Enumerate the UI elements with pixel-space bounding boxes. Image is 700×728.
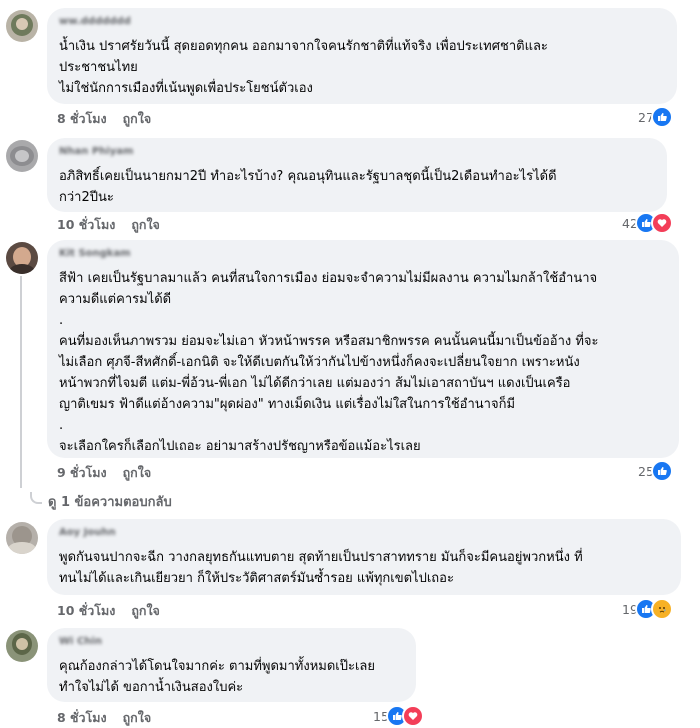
comment-bubble: Nhan Phiyam อภิสิทธิ์เคยเป็นนายกมา2ปี ทำ… (47, 138, 667, 212)
reaction-summary[interactable]: 25 (638, 460, 673, 482)
comment-text: ทำใจไม่ได้ ขอกาน้ำเงินสองใบค่ะ (59, 680, 244, 695)
reaction-summary[interactable]: 19 (622, 598, 673, 620)
like-button[interactable]: ถูกใจ (123, 109, 152, 129)
comment-bubble: Kit Songkam สีฟ้า เคยเป็นรัฐบาลมาแล้ว คน… (47, 240, 679, 458)
thread-line (20, 276, 22, 488)
reply-connector (30, 491, 42, 504)
comment-text: อภิสิทธิ์เคยเป็นนายกมา2ปี ทำอะไรบ้าง? คุ… (59, 169, 557, 184)
view-replies-link[interactable]: ดู 1 ข้อความตอบกลับ (30, 491, 172, 512)
like-button[interactable]: ถูกใจ (123, 708, 152, 728)
love-reaction-icon (401, 705, 424, 727)
like-reaction-icon (650, 460, 673, 482)
comment-author[interactable]: Nhan Phiyam (59, 146, 655, 160)
comment-text: ญาติเขมร ฟ้าดีแต่อ้างความ"ผุดผ่อง" ทางเม… (59, 397, 516, 412)
comment-text: . (59, 313, 64, 328)
comment-text: หน้าพวกที่ไจมตี แต่ม-พี่อ้วน-พี่เอก ไม่ไ… (59, 376, 571, 391)
comment-time[interactable]: 8 ชั่วโมง (57, 708, 107, 728)
reaction-summary[interactable]: 15 (373, 705, 424, 727)
reaction-summary[interactable]: 27 (638, 106, 673, 128)
comment-time[interactable]: 8 ชั่วโมง (57, 109, 107, 129)
comment-text: สีฟ้า เคยเป็นรัฐบาลมาแล้ว คนที่สนใจการเม… (59, 271, 598, 286)
comment-bubble: Aoy Jouhn พูดกันจนปากจะฉีก วางกลยุทธกันแ… (47, 519, 681, 595)
comment-text: ทนไม่ได้และเกินเยียวยา ก็ให้ประวัติศาสตร… (59, 571, 454, 586)
comment-time[interactable]: 10 ชั่วโมง (57, 601, 115, 621)
comment-bubble: ww.ddddddd น้ำเงิน ปราศรัยวันนี้ สุดยอดท… (47, 8, 677, 104)
avatar[interactable] (6, 242, 38, 274)
comment-text: คุณก้องกล่าวได้โดนใจมากค่ะ ตามที่พูดมาทั… (59, 659, 375, 674)
avatar[interactable] (6, 140, 38, 172)
comment-text: ประชาชนไทย (59, 60, 138, 75)
comment-text: พูดกันจนปากจะฉีก วางกลยุทธกันแทบตาย สุดท… (59, 550, 583, 565)
comment-text: คนที่มองเห็นภาพรวม ย่อมจะไม่เอา หัวหน้าพ… (59, 334, 599, 349)
like-button[interactable]: ถูกใจ (131, 215, 160, 235)
sad-reaction-icon (650, 598, 673, 620)
comment-text: ไม่ใช่นักการเมืองที่เน้นพูดเพื่อประโยชน์… (59, 81, 313, 96)
reaction-summary[interactable]: 42 (622, 212, 673, 234)
love-reaction-icon (650, 212, 673, 234)
comment-text: ไม่เลือก ศุภจี-สีหศักดิ์-เอกนิติ จะให้ดี… (59, 355, 580, 370)
like-button[interactable]: ถูกใจ (123, 463, 152, 483)
comment-author[interactable]: Wi Chin (59, 636, 404, 650)
comment-author[interactable]: ww.ddddddd (59, 16, 665, 30)
comment-time[interactable]: 10 ชั่วโมง (57, 215, 115, 235)
comment-bubble: Wi Chin คุณก้องกล่าวได้โดนใจมากค่ะ ตามที… (47, 628, 416, 702)
comment-text: จะเลือกใครก็เลือกไปเถอะ อย่ามาสร้างปรัชญ… (59, 439, 421, 454)
avatar[interactable] (6, 630, 38, 662)
like-button[interactable]: ถูกใจ (131, 601, 160, 621)
comment-time[interactable]: 9 ชั่วโมง (57, 463, 107, 483)
like-reaction-icon (650, 106, 673, 128)
comment-text: น้ำเงิน ปราศรัยวันนี้ สุดยอดทุกคน ออกมาจ… (59, 39, 548, 54)
comment-text: กว่า2ปีนะ (59, 190, 114, 205)
comment-text: . (59, 418, 64, 433)
comment-text: ความดีแต่คารมได้ดี (59, 292, 172, 307)
avatar[interactable] (6, 522, 38, 554)
comment-author[interactable]: Kit Songkam (59, 248, 667, 262)
avatar[interactable] (6, 10, 38, 42)
comment-author[interactable]: Aoy Jouhn (59, 527, 669, 541)
view-replies-label[interactable]: ดู 1 ข้อความตอบกลับ (48, 491, 172, 512)
